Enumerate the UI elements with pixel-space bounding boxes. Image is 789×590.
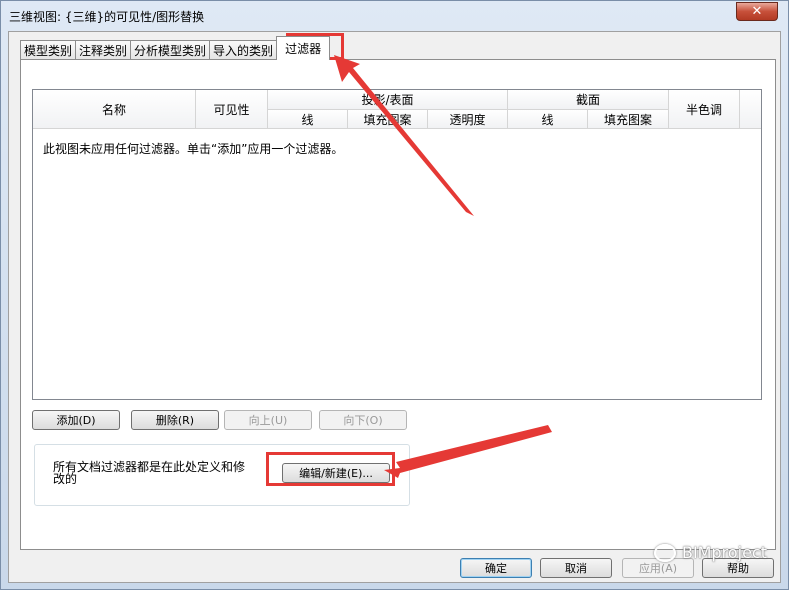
tab-model-categories[interactable]: 模型类别 <box>20 40 77 60</box>
header-projection-surface: 投影/表面 <box>268 90 508 110</box>
tab-analytical-model-categories[interactable]: 分析模型类别 <box>130 40 211 60</box>
header-halftone[interactable]: 半色调 <box>669 90 740 129</box>
tab-label: 过滤器 <box>285 42 322 56</box>
tab-strip: 模型类别 注释类别 分析模型类别 导入的类别 过滤器 <box>20 36 331 60</box>
header-spacer <box>740 90 761 129</box>
empty-table-message: 此视图未应用任何过滤器。单击“添加”应用一个过滤器。 <box>43 142 344 156</box>
tab-label: 分析模型类别 <box>134 44 207 58</box>
close-icon: ✕ <box>751 4 763 19</box>
header-cut-fill[interactable]: 填充图案 <box>588 110 669 129</box>
tab-annotation-categories[interactable]: 注释类别 <box>75 40 132 60</box>
tab-label: 模型类别 <box>24 44 73 58</box>
remove-button[interactable]: 删除(R) <box>131 410 219 430</box>
filters-tab-panel: 名称 可见性 投影/表面 线 填充图案 透明度 截面 线 填充图案 半色调 此视… <box>20 59 776 550</box>
dialog-window: 三维视图: {三维}的可见性/图形替换 ✕ 模型类别 注释类别 分析模型类别 导… <box>0 0 789 590</box>
edit-new-filters-button[interactable]: 编辑/新建(E)... <box>282 463 390 483</box>
dialog-client: 模型类别 注释类别 分析模型类别 导入的类别 过滤器 名称 可见性 投影/表面 … <box>8 31 781 583</box>
header-proj-fill[interactable]: 填充图案 <box>348 110 428 129</box>
header-cut: 截面 <box>508 90 669 110</box>
watermark: BIMproject <box>653 543 767 562</box>
title-bar[interactable]: 三维视图: {三维}的可见性/图形替换 ✕ <box>1 1 788 31</box>
tab-imported-categories[interactable]: 导入的类别 <box>209 40 278 60</box>
window-title: 三维视图: {三维}的可见性/图形替换 <box>9 9 205 24</box>
cancel-button[interactable]: 取消 <box>540 558 612 578</box>
filters-info-text: 所有文档过滤器都是在此处定义和修改的 <box>53 460 246 486</box>
tab-label: 注释类别 <box>79 44 128 58</box>
tab-label: 导入的类别 <box>213 44 274 58</box>
watermark-text: BIMproject <box>681 543 767 562</box>
ok-button[interactable]: 确定 <box>460 558 532 578</box>
header-name[interactable]: 名称 <box>33 90 196 129</box>
header-proj-transparency[interactable]: 透明度 <box>428 110 508 129</box>
move-up-button[interactable]: 向上(U) <box>224 410 312 430</box>
add-button[interactable]: 添加(D) <box>32 410 120 430</box>
tab-filters[interactable]: 过滤器 <box>276 36 331 60</box>
move-down-button[interactable]: 向下(O) <box>319 410 407 430</box>
close-button[interactable]: ✕ <box>736 2 778 21</box>
wechat-icon <box>653 543 676 562</box>
filters-table: 名称 可见性 投影/表面 线 填充图案 透明度 截面 线 填充图案 半色调 此视… <box>32 89 762 400</box>
header-visibility[interactable]: 可见性 <box>196 90 268 129</box>
header-cut-line[interactable]: 线 <box>508 110 588 129</box>
header-proj-line[interactable]: 线 <box>268 110 348 129</box>
filters-definition-group: 所有文档过滤器都是在此处定义和修改的 编辑/新建(E)... <box>34 444 410 506</box>
